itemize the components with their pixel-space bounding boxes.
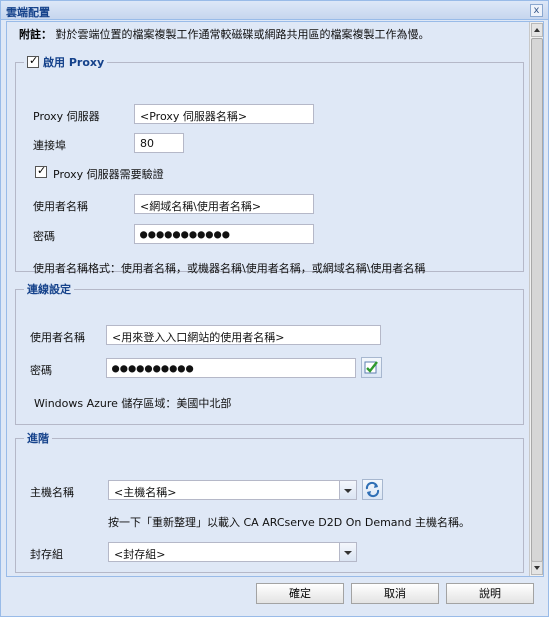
dialog-body: 附註： 對於雲端位置的檔案複製工作通常較磁碟或網路共用區的檔案複製工作為慢。 啟… [6,21,544,577]
ok-button[interactable]: 確定 [256,583,344,604]
proxy-password-input[interactable]: ●●●●●●●●●●● [134,224,314,244]
note-text: 對於雲端位置的檔案複製工作通常較磁碟或網路共用區的檔案複製工作為慢。 [55,28,430,41]
refresh-icon [365,481,380,498]
enable-proxy-checkbox[interactable] [27,54,39,68]
advanced-legend: 進階 [27,432,49,445]
scroll-content: 附註： 對於雲端位置的檔案複製工作通常較磁碟或網路共用區的檔案複製工作為慢。 啟… [7,22,529,576]
connection-password-label: 密碼 [30,364,52,377]
archive-set-combo[interactable]: <封存組> [108,542,340,562]
username-format-hint: 使用者名稱格式：使用者名稱，或機器名稱\使用者名稱，或網域名稱\使用者名稱 [33,262,426,275]
proxy-password-label: 密碼 [33,230,55,243]
proxy-username-input[interactable]: <網域名稱\使用者名稱> [134,194,314,214]
check-verify-icon [364,361,378,374]
scroll-thumb[interactable] [531,38,543,562]
button-bar: 確定 取消 說明 [1,578,548,616]
region-label-text: Windows Azure 儲存區域： [34,397,177,410]
advanced-section: 進階 主機名稱 <主機名稱> 按一下「重新整理」以載入 CA ARCserve … [15,430,524,573]
connection-section: 連線設定 使用者名稱 <用來登入入口網站的使用者名稱> 密碼 ●●●●●●●●●… [15,281,524,425]
port-input[interactable]: 80 [134,133,184,153]
host-name-combo[interactable]: <主機名稱> [108,480,340,500]
note-label: 附註： [19,28,52,41]
archive-set-label: 封存組 [30,548,63,561]
scroll-up-arrow-icon[interactable] [531,23,543,37]
connection-legend: 連線設定 [27,283,71,296]
help-button[interactable]: 說明 [446,583,534,604]
connection-password-input[interactable]: ●●●●●●●●●● [106,358,356,378]
proxy-auth-label: Proxy 伺服器需要驗證 [53,168,164,181]
proxy-server-label: Proxy 伺服器 [33,110,100,123]
vertical-scrollbar[interactable] [529,22,543,576]
host-name-dropdown-arrow[interactable] [340,480,357,500]
verify-button[interactable] [361,357,382,378]
archive-set-dropdown-arrow[interactable] [340,542,357,562]
proxy-legend-label: 啟用 Proxy [43,56,105,69]
dialog-title: 雲端配置 [6,6,50,19]
proxy-username-label: 使用者名稱 [33,200,88,213]
close-icon[interactable]: x [530,4,543,17]
region-value: 美國中北部 [176,397,232,410]
connection-username-input[interactable]: <用來登入入口網站的使用者名稱> [106,325,381,345]
proxy-legend: 啟用 Proxy [24,54,107,70]
title-bar: 雲端配置 x [1,1,548,20]
refresh-button[interactable] [362,479,383,500]
cancel-button[interactable]: 取消 [351,583,439,604]
cloud-config-dialog: 雲端配置 x 附註： 對於雲端位置的檔案複製工作通常較磁碟或網路共用區的檔案複製… [0,0,549,617]
refresh-hint: 按一下「重新整理」以載入 CA ARCserve D2D On Demand 主… [108,516,470,529]
proxy-server-input[interactable]: <Proxy 伺服器名稱> [134,104,314,124]
proxy-auth-checkbox[interactable] [35,164,47,178]
connection-username-label: 使用者名稱 [30,331,85,344]
region-label: Windows Azure 儲存區域：美國中北部 [34,395,231,411]
host-name-label: 主機名稱 [30,486,74,499]
port-label: 連接埠 [33,139,66,152]
proxy-section: 啟用 Proxy Proxy 伺服器 <Proxy 伺服器名稱> 連接埠 80 … [15,54,524,275]
scroll-down-arrow-icon[interactable] [531,561,543,575]
note: 附註： 對於雲端位置的檔案複製工作通常較磁碟或網路共用區的檔案複製工作為慢。 [19,26,430,42]
